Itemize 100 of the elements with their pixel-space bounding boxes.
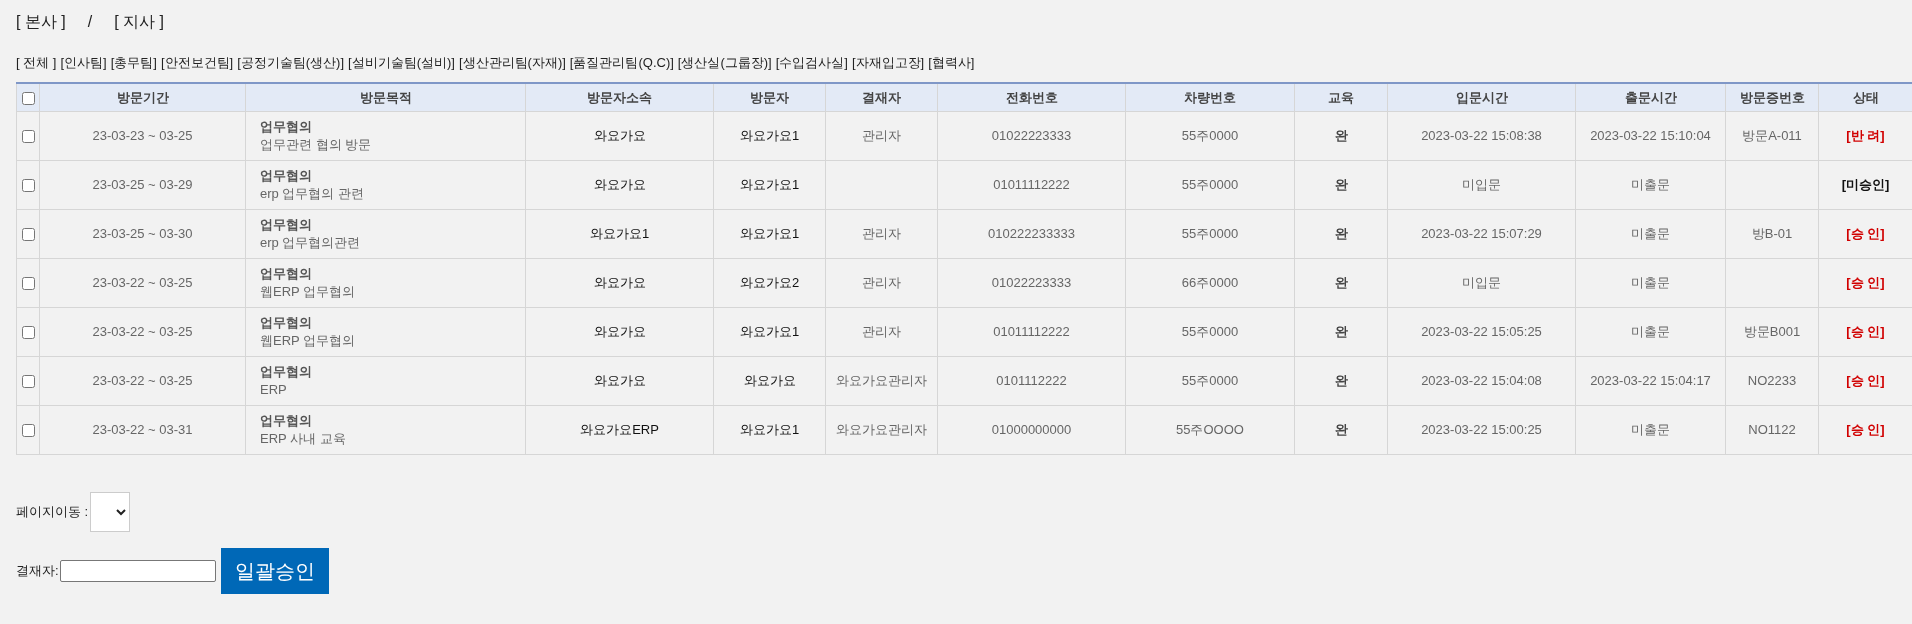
approver-input[interactable] <box>59 559 216 582</box>
table-cell: 와요가요 <box>593 372 646 388</box>
status-label[interactable]: [승 인] <box>1846 421 1885 437</box>
table-cell: 와요가요관리자 <box>836 421 927 437</box>
table-cell: 와요가요1 <box>739 127 800 143</box>
department-link[interactable]: [생산실(그룹장)] <box>677 53 772 73</box>
table-cell: 와요가요 <box>593 176 646 192</box>
row-checkbox[interactable] <box>21 423 35 437</box>
purpose-title: 업무협의 <box>260 362 313 381</box>
table-cell: 23-03-22 ~ 03-31 <box>92 421 193 437</box>
table-cell: 관리자 <box>862 225 901 241</box>
table-cell: 미입문 <box>1462 176 1501 192</box>
table-cell: 관리자 <box>862 274 901 290</box>
table-cell: 2023-03-22 15:08:38 <box>1421 127 1542 143</box>
table-cell: 와요가요 <box>743 372 796 388</box>
table-cell: 2023-03-22 15:04:17 <box>1590 372 1711 388</box>
table-cell: 완 <box>1334 274 1348 290</box>
table-cell: 55주0000 <box>1181 176 1239 192</box>
department-link[interactable]: [안전보건팀] <box>160 53 234 73</box>
table-cell: 01022223333 <box>991 127 1072 143</box>
purpose-detail: 웹ERP 업무협의 <box>260 282 357 301</box>
column-header: 방문증번호 <box>1725 83 1819 111</box>
table-cell: 55주OOOO <box>1176 421 1244 437</box>
row-checkbox[interactable] <box>21 374 35 388</box>
column-header: 방문기간 <box>39 83 246 111</box>
table-cell: 미출문 <box>1631 225 1670 241</box>
table-cell: 와요가요 <box>593 323 646 339</box>
table-cell: 01011112222 <box>993 176 1070 192</box>
table-cell: 미출문 <box>1631 323 1670 339</box>
column-header: 결재자 <box>825 83 938 111</box>
table-cell: 미입문 <box>1462 274 1501 290</box>
table-cell: 55주0000 <box>1181 372 1239 388</box>
column-header: 교육 <box>1294 83 1388 111</box>
row-checkbox[interactable] <box>21 276 35 290</box>
department-link[interactable]: [ 전체 ] <box>16 53 57 73</box>
status-label[interactable]: [승 인] <box>1846 225 1885 241</box>
branch-link[interactable]: [ 지사 ] <box>114 10 164 34</box>
table-cell: 완 <box>1334 176 1348 192</box>
department-link[interactable]: [생산관리팀(자재)] <box>458 53 566 73</box>
purpose-detail: erp 업무협의 관련 <box>260 184 365 203</box>
table-cell: 와요가요 <box>593 274 646 290</box>
table-cell: 와요가요1 <box>739 176 800 192</box>
table-cell: 2023-03-22 15:10:04 <box>1590 127 1711 143</box>
department-link[interactable]: [협력사] <box>928 53 975 73</box>
table-cell: 66주0000 <box>1181 274 1239 290</box>
table-cell: 010222233333 <box>988 225 1075 241</box>
table-cell: 와요가요ERP <box>580 421 659 437</box>
table-cell: 23-03-22 ~ 03-25 <box>92 274 193 290</box>
column-header: 전화번호 <box>937 83 1126 111</box>
status-label[interactable]: [승 인] <box>1846 274 1885 290</box>
table-cell: 관리자 <box>862 127 901 143</box>
table-cell: 01000000000 <box>991 421 1072 437</box>
department-link[interactable]: [자재입고장] <box>851 53 925 73</box>
table-cell: 55주0000 <box>1181 323 1239 339</box>
table-cell: 완 <box>1334 225 1348 241</box>
department-link[interactable]: [품질관리팀(Q.C)] <box>569 53 674 73</box>
row-checkbox[interactable] <box>21 178 35 192</box>
status-label[interactable]: [승 인] <box>1846 323 1885 339</box>
table-cell: 미출문 <box>1631 421 1670 437</box>
purpose-title: 업무협의 <box>260 215 313 234</box>
department-link[interactable]: [수입검사실] <box>775 53 848 73</box>
column-header: 방문자소속 <box>525 83 714 111</box>
department-link[interactable]: [인사팀] <box>60 53 107 73</box>
row-checkbox[interactable] <box>21 129 35 143</box>
purpose-title: 업무협의 <box>260 411 313 430</box>
table-cell: 2023-03-22 15:00:25 <box>1421 421 1542 437</box>
page-move-label: 페이지이동 : <box>16 502 89 521</box>
table-cell: 방B-01 <box>1751 225 1793 241</box>
table-cell: 와요가요1 <box>739 225 800 241</box>
branch-link[interactable]: [ 본사 ] <box>16 10 66 34</box>
table-cell: 2023-03-22 15:04:08 <box>1421 372 1542 388</box>
table-cell: 2023-03-22 15:05:25 <box>1421 323 1542 339</box>
row-checkbox[interactable] <box>21 227 35 241</box>
department-link[interactable]: [총무팀] <box>110 53 157 73</box>
department-link[interactable]: [설비기술팀(설비)] <box>348 53 455 73</box>
table-cell: 2023-03-22 15:07:29 <box>1421 225 1542 241</box>
row-checkbox[interactable] <box>21 325 35 339</box>
table-cell: 완 <box>1334 372 1348 388</box>
purpose-title: 업무협의 <box>260 117 313 136</box>
bulk-approve-button[interactable]: 일괄승인 <box>220 547 329 594</box>
column-header: 차량번호 <box>1125 83 1295 111</box>
table-cell: 완 <box>1334 127 1348 143</box>
purpose-detail: ERP <box>260 380 288 399</box>
department-link[interactable]: [공정기술팀(생산)] <box>237 53 345 73</box>
table-cell: 23-03-23 ~ 03-25 <box>92 127 193 143</box>
status-label[interactable]: [반 려] <box>1846 127 1885 143</box>
select-all-checkbox[interactable] <box>21 91 35 105</box>
status-label[interactable]: [미승인] <box>1841 176 1890 192</box>
column-header: 입문시간 <box>1387 83 1576 111</box>
table-cell: 미출문 <box>1631 176 1670 192</box>
column-header: 방문자 <box>713 83 826 111</box>
table-cell: 완 <box>1334 323 1348 339</box>
table-cell: 55주0000 <box>1181 225 1239 241</box>
status-label[interactable]: [승 인] <box>1846 372 1885 388</box>
approver-label: 결재자: <box>16 561 59 580</box>
table-cell: NO2233 <box>1747 372 1797 388</box>
table-cell: 01011112222 <box>993 323 1070 339</box>
table-cell: 와요가요 <box>593 127 646 143</box>
column-header: 출문시간 <box>1575 83 1726 111</box>
table-cell: 관리자 <box>862 323 901 339</box>
